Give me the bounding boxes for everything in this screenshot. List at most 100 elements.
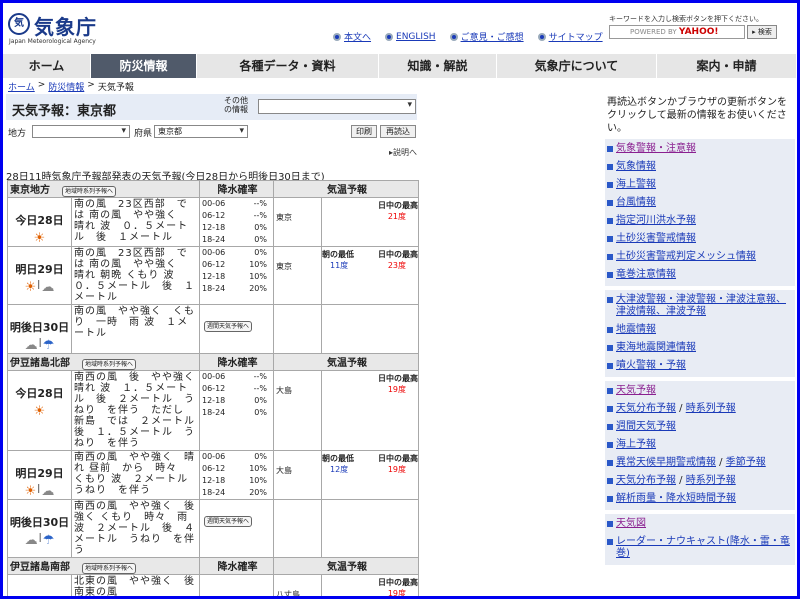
pop-value: 10% xyxy=(249,260,267,269)
nav-item[interactable]: 気象庁について xyxy=(497,54,657,78)
nav-item[interactable]: 案内・申請 xyxy=(657,54,797,78)
main-content: 天気予報：東京都 その他 の情報 地方 府県 東京都 印刷 再読込 ▸説明へ 2… xyxy=(3,94,419,596)
sidebar-link[interactable]: 海上予報 xyxy=(616,439,656,450)
top-link[interactable]: サイトマップ xyxy=(537,30,603,43)
top-link[interactable]: 本文へ xyxy=(333,30,371,43)
sidebar-link[interactable]: 東海地震関連情報 xyxy=(616,342,696,353)
breadcrumb-item[interactable]: 防災情報 xyxy=(48,80,84,93)
sidebar-links: 気象警報・注意報 気象情報海上警報台風情報指定河川洪水予報 土砂災害警戒情報土砂災害… xyxy=(605,139,795,565)
sidebar-link[interactable]: 地震情報 xyxy=(616,324,656,335)
temp-cell: 朝の最低 日中の最高 11度 23度 xyxy=(321,246,419,305)
top-link[interactable]: ENGLISH xyxy=(385,30,436,43)
sidebar-item[interactable]: 地震情報 xyxy=(605,321,795,339)
nav-item[interactable]: 各種データ・資料 xyxy=(197,54,379,78)
breadcrumb: ホーム > 防災情報 > 天気予報 xyxy=(8,80,134,93)
sidebar-item[interactable]: 台風情報 xyxy=(605,194,795,212)
weekly-forecast-button[interactable]: 週間天気予報へ xyxy=(204,516,253,527)
sidebar-item[interactable]: 大津波警報・津波警報・津波注意報、津波情報、津波予報 xyxy=(605,291,795,321)
sidebar-item[interactable]: 天気分布予報 / 時系列予報 xyxy=(605,400,795,418)
weather-text: 南西の風 後 やや強く 晴れ 波 １．５メートル 後 ２メートル うねり を伴う… xyxy=(71,370,206,451)
sidebar-item[interactable]: 噴火警報・予報 xyxy=(605,357,795,375)
pref-select[interactable]: 東京都 xyxy=(154,125,248,138)
nav-item[interactable]: ホーム xyxy=(3,54,91,78)
sidebar-link[interactable]: レーダー・ナウキャスト(降水・雷・竜巻) xyxy=(616,536,790,559)
cloud-icon[interactable]: ☁ xyxy=(41,280,54,295)
jma-logo[interactable]: 気 xyxy=(8,13,30,35)
pop-header: 降水確率 xyxy=(199,557,274,575)
weather-description: 南の風 やや強く くもり 一時 雨 波 １メートル xyxy=(74,306,195,339)
sidebar-item[interactable]: 竜巻注意情報 xyxy=(605,266,795,284)
sidebar-link[interactable]: 季節予報 xyxy=(726,457,766,468)
sidebar-item[interactable]: 気象警報・注意報 xyxy=(605,140,795,158)
cloud-icon[interactable]: ☁ xyxy=(25,338,38,353)
sidebar-item[interactable]: 土砂災害警戒判定メッシュ情報 xyxy=(605,248,795,266)
sidebar-link[interactable]: 大津波警報・津波警報・津波注意報、津波情報、津波予報 xyxy=(616,294,786,317)
sidebar-link[interactable]: 天気図 xyxy=(616,518,646,529)
pop-period: 12-18 xyxy=(202,223,226,232)
sidebar-item[interactable]: 天気分布予報 / 時系列予報 xyxy=(605,472,795,490)
sidebar-item[interactable]: 天気予報 xyxy=(605,382,795,400)
sun-icon[interactable]: ☀ xyxy=(34,404,46,419)
sidebar-link[interactable]: 週間天気予報 xyxy=(616,421,676,432)
sidebar-link[interactable]: 異常天候早期警戒情報 xyxy=(616,457,716,468)
sidebar-link[interactable]: 天気分布予報 xyxy=(616,475,676,486)
legend-link[interactable]: ▸説明へ xyxy=(389,147,417,158)
timeseries-button[interactable]: 地域時系列予報へ xyxy=(82,359,137,370)
sidebar-link[interactable]: 天気分布予報 xyxy=(616,403,676,414)
search-input[interactable]: POWERED BY YAHOO! xyxy=(609,25,745,39)
search-button[interactable]: ▸ 検索 xyxy=(747,25,777,39)
umbrella-icon[interactable]: ☂ xyxy=(43,338,55,353)
sidebar-link[interactable]: 指定河川洪水予報 xyxy=(616,215,696,226)
sidebar-link[interactable]: 時系列予報 xyxy=(686,403,736,414)
sidebar-item[interactable]: レーダー・ナウキャスト(降水・雷・竜巻) xyxy=(605,533,795,563)
sidebar-item[interactable]: 週間天気予報 xyxy=(605,418,795,436)
sidebar-link[interactable]: 台風情報 xyxy=(616,197,656,208)
sidebar-link[interactable]: 噴火警報・予報 xyxy=(616,360,686,371)
print-button[interactable]: 印刷 xyxy=(351,125,377,138)
sun-icon[interactable]: ☀ xyxy=(25,280,37,295)
bullet-square-icon xyxy=(607,388,613,394)
sidebar-item[interactable]: 東海地震関連情報 xyxy=(605,339,795,357)
reload-button[interactable]: 再読込 xyxy=(380,125,416,138)
sidebar-item[interactable]: 解析雨量・降水短時間予報 xyxy=(605,490,795,508)
region-select[interactable] xyxy=(32,125,130,138)
site-title[interactable]: 気象庁 xyxy=(34,11,97,40)
sidebar-link[interactable]: 土砂災害警戒判定メッシュ情報 xyxy=(616,251,756,262)
sidebar-link[interactable]: 気象警報・注意報 xyxy=(616,143,696,154)
weather-description: 南西の風 後 やや強く 晴れ 波 １．５メートル 後 ２メートル うねり を伴う… xyxy=(74,372,206,449)
nav-item[interactable]: 知識・解説 xyxy=(379,54,497,78)
sidebar-link[interactable]: 土砂災害警戒情報 xyxy=(616,233,696,244)
sidebar-item[interactable]: 異常天候早期警戒情報 / 季節予報 xyxy=(605,454,795,472)
sidebar-item[interactable]: 気象情報 xyxy=(605,158,795,176)
sidebar-link[interactable]: 解析雨量・降水短時間予報 xyxy=(616,493,736,504)
temp-labels: 朝の最低 日中の最高 xyxy=(322,249,418,260)
sidebar-link[interactable]: 竜巻注意情報 xyxy=(616,269,676,280)
cloud-icon[interactable]: ☁ xyxy=(41,484,54,499)
cloud-icon[interactable]: ☁ xyxy=(25,533,38,548)
sidebar-link[interactable]: 気象情報 xyxy=(616,161,656,172)
timeseries-button[interactable]: 地域時系列予報へ xyxy=(62,186,117,197)
top-link[interactable]: ご意見・ご感想 xyxy=(449,30,524,43)
other-info-select[interactable] xyxy=(258,99,416,114)
sidebar-link[interactable]: 天気予報 xyxy=(616,385,656,396)
sidebar-link-part: 時系列予報 xyxy=(685,403,736,414)
region-label: 地方 xyxy=(8,129,27,139)
site-header: 気 気象庁 Japan Meteorological Agency 本文へ ENG… xyxy=(3,3,797,53)
sun-icon[interactable]: ☀ xyxy=(25,484,37,499)
temp-max: 19度 xyxy=(387,589,406,596)
sidebar-item[interactable]: 海上予報 xyxy=(605,436,795,454)
sidebar-item-links: 土砂災害警戒情報 xyxy=(616,233,696,245)
timeseries-button[interactable]: 地域時系列予報へ xyxy=(82,563,137,574)
sidebar-link[interactable]: 時系列予報 xyxy=(686,475,736,486)
umbrella-icon[interactable]: ☂ xyxy=(43,533,55,548)
nav-item[interactable]: 防災情報 xyxy=(91,54,197,78)
sidebar-item[interactable]: 天気図 xyxy=(605,515,795,533)
breadcrumb-item[interactable]: ホーム xyxy=(8,80,35,93)
sidebar-link[interactable]: 海上警報 xyxy=(616,179,656,190)
city-cell: 大島 xyxy=(273,370,322,451)
weekly-forecast-button[interactable]: 週間天気予報へ xyxy=(204,321,253,332)
sun-icon[interactable]: ☀ xyxy=(34,231,46,246)
sidebar-item[interactable]: 海上警報 xyxy=(605,176,795,194)
sidebar-item[interactable]: 指定河川洪水予報 xyxy=(605,212,795,230)
sidebar-item[interactable]: 土砂災害警戒情報 xyxy=(605,230,795,248)
